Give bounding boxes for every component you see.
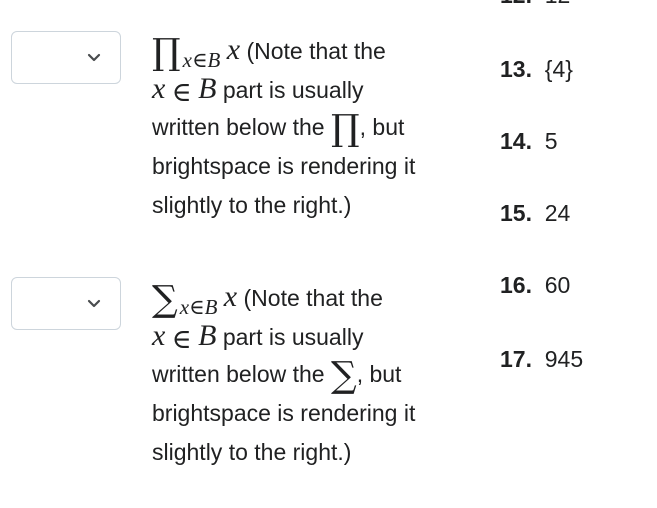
question-text: part is usually bbox=[222, 324, 364, 350]
math-set: B bbox=[198, 72, 217, 105]
option-item: 15. 24 bbox=[500, 200, 570, 227]
question-line: brightspace is rendering it bbox=[152, 394, 472, 433]
math-variable: x bbox=[152, 72, 166, 105]
option-number: 15. bbox=[500, 200, 532, 226]
question-text: brightspace is rendering it bbox=[152, 400, 416, 426]
option-number: 14. bbox=[500, 128, 532, 154]
product-symbol: ∏ bbox=[152, 32, 181, 73]
answer-select-1[interactable] bbox=[11, 31, 121, 84]
question-text: written below the bbox=[152, 114, 325, 140]
question-text: slightly to the right.) bbox=[152, 192, 352, 218]
option-number: 17. bbox=[500, 346, 532, 372]
math-set: B bbox=[198, 319, 217, 352]
element-of-symbol: ∈ bbox=[171, 77, 192, 108]
chevron-down-icon bbox=[87, 53, 101, 62]
sum-symbol: ∑ bbox=[152, 279, 178, 320]
question-text: part is usually bbox=[222, 77, 364, 103]
sum-symbol: ∑ bbox=[330, 355, 357, 396]
option-value: 12 bbox=[545, 0, 571, 8]
math-variable: x bbox=[152, 319, 166, 352]
question-line: slightly to the right.) bbox=[152, 186, 472, 225]
option-number: 16. bbox=[500, 272, 532, 298]
question-text: , but bbox=[359, 114, 405, 140]
element-of-symbol: ∈ bbox=[171, 324, 192, 355]
question-text-1: ∏x∈B x (Note that the x ∈ B part is usua… bbox=[152, 30, 472, 225]
chevron-down-icon bbox=[87, 299, 101, 308]
question-line: written below the ∏, but bbox=[152, 108, 472, 147]
option-item: 16. 60 bbox=[500, 272, 570, 299]
question-text: written below the bbox=[152, 361, 325, 387]
question-line: slightly to the right.) bbox=[152, 433, 472, 472]
question-line: x ∈ B part is usually bbox=[152, 316, 472, 355]
math-variable: x bbox=[223, 280, 238, 313]
question-line: written below the ∑, but bbox=[152, 355, 472, 394]
question-line: ∑x∈B x (Note that the bbox=[152, 277, 472, 320]
question-text: (Note that the bbox=[246, 38, 386, 64]
option-number: 13. bbox=[500, 56, 532, 82]
answer-select-2[interactable] bbox=[11, 277, 121, 330]
question-line: x ∈ B part is usually bbox=[152, 69, 472, 108]
question-text: brightspace is rendering it bbox=[152, 153, 416, 179]
question-text-2: ∑x∈B x (Note that the x ∈ B part is usua… bbox=[152, 277, 472, 472]
option-value: 5 bbox=[544, 128, 558, 154]
option-value: {4} bbox=[544, 56, 573, 82]
option-value: 24 bbox=[544, 200, 571, 226]
option-item: 13. {4} bbox=[500, 56, 573, 83]
question-line: ∏x∈B x (Note that the bbox=[152, 30, 472, 73]
option-item: 17. 945 bbox=[500, 346, 583, 373]
math-variable: x bbox=[226, 33, 241, 66]
product-symbol: ∏ bbox=[330, 108, 360, 149]
question-line: brightspace is rendering it bbox=[152, 147, 472, 186]
option-value: 945 bbox=[544, 346, 584, 372]
question-text: (Note that the bbox=[243, 285, 383, 311]
option-item: 14. 5 bbox=[500, 128, 558, 155]
option-item: 12. 12 bbox=[500, 0, 570, 9]
question-text: , but bbox=[356, 361, 402, 387]
question-text: slightly to the right.) bbox=[152, 439, 352, 465]
option-value: 60 bbox=[544, 272, 571, 298]
option-number: 12. bbox=[500, 0, 532, 8]
